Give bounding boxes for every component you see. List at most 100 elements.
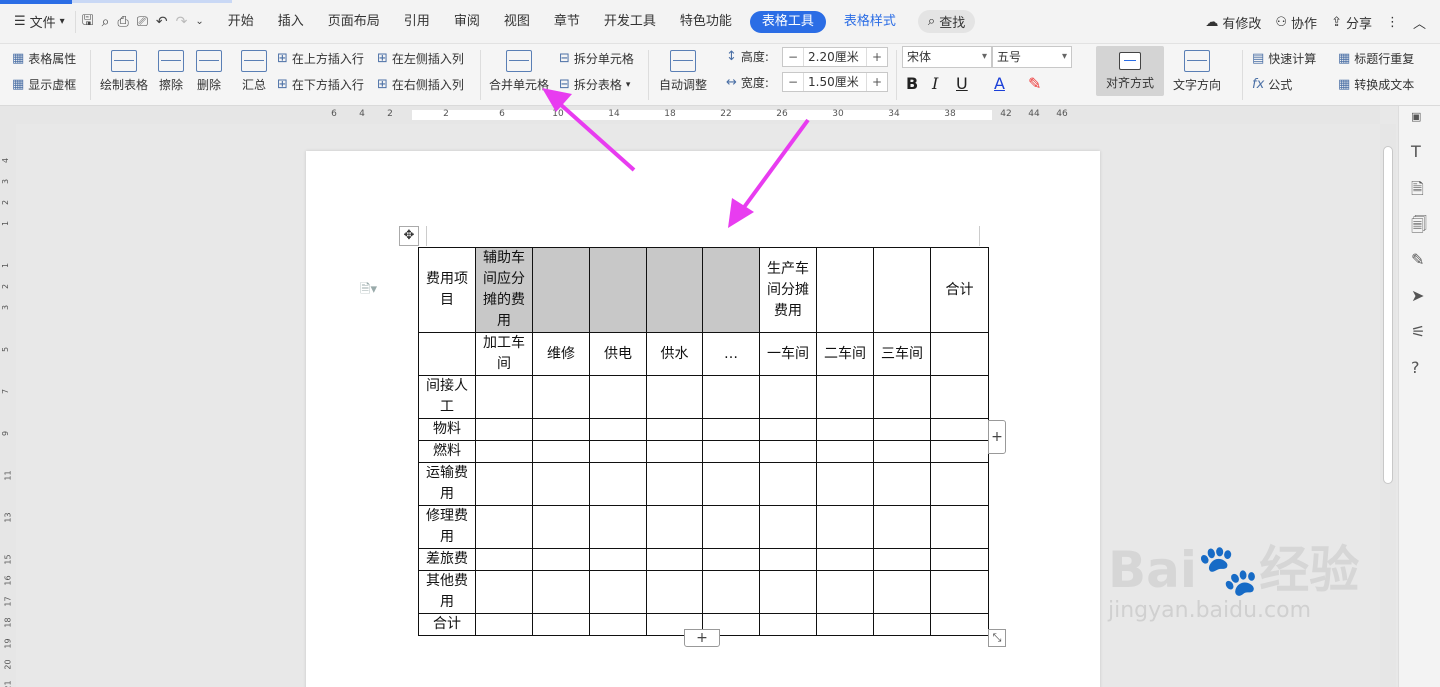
table-cell[interactable] — [646, 548, 703, 571]
table-cell[interactable]: 合计 — [930, 247, 989, 333]
table-cell[interactable] — [589, 548, 647, 571]
formula-button[interactable]: fx 公式 — [1252, 76, 1292, 93]
table-cell[interactable] — [816, 548, 874, 571]
scroll-thumb[interactable] — [1383, 146, 1393, 484]
collab-button[interactable]: ⚇ 协作 — [1275, 13, 1317, 32]
table-cell[interactable] — [702, 418, 760, 441]
table-cell[interactable] — [816, 418, 874, 441]
share-button[interactable]: ⇪ 分享 — [1331, 13, 1372, 32]
collapse-ribbon-icon[interactable]: ︿ — [1413, 13, 1426, 32]
table-cell[interactable]: 供水 — [646, 332, 703, 376]
table-cell[interactable] — [759, 462, 817, 506]
table-cell[interactable] — [873, 548, 931, 571]
table-cell[interactable] — [702, 548, 760, 571]
table-cell[interactable] — [532, 440, 590, 463]
table-cell[interactable]: 加工车间 — [475, 332, 533, 376]
table-cell[interactable] — [532, 570, 590, 614]
table-cell[interactable] — [816, 462, 874, 506]
width-stepper[interactable]: − 1.50厘米 + — [782, 72, 888, 92]
align-button[interactable]: 对齐方式 — [1096, 46, 1164, 96]
table-cell[interactable]: 供电 — [589, 332, 647, 376]
delete-button[interactable]: 删除 — [196, 50, 222, 93]
table-cell[interactable] — [930, 375, 989, 419]
table-cell[interactable] — [589, 247, 647, 333]
bold-button[interactable]: B — [906, 74, 918, 93]
table-cell[interactable] — [475, 548, 533, 571]
table-cell[interactable] — [702, 440, 760, 463]
table-cell[interactable] — [759, 505, 817, 549]
row-label[interactable]: 差旅费 — [418, 548, 476, 571]
table-cell[interactable] — [475, 613, 533, 636]
insert-col-left-button[interactable]: ⊞ 在左侧插入列 — [377, 50, 464, 67]
text-style-icon[interactable]: T — [1411, 142, 1421, 161]
text-direction-button[interactable]: 文字方向 — [1173, 50, 1221, 93]
table-cell[interactable] — [930, 505, 989, 549]
table-move-handle[interactable]: ✥ — [399, 226, 419, 246]
highlight-icon[interactable]: ✎ — [1028, 74, 1041, 93]
tab-home[interactable]: 开始 — [216, 0, 266, 44]
table-cell[interactable] — [589, 418, 647, 441]
table-properties-button[interactable]: ▦ 表格属性 — [12, 50, 76, 67]
split-cells-button[interactable]: ⊟ 拆分单元格 — [559, 50, 634, 67]
table-cell[interactable] — [532, 548, 590, 571]
table-cell[interactable] — [816, 570, 874, 614]
tab-review[interactable]: 审阅 — [442, 0, 492, 44]
italic-button[interactable]: I — [932, 74, 938, 93]
table-cell[interactable] — [930, 440, 989, 463]
table-cell[interactable]: 维修 — [532, 332, 590, 376]
draw-table-button[interactable]: 绘制表格 — [100, 50, 148, 93]
table-cell[interactable] — [873, 440, 931, 463]
erase-button[interactable]: 擦除 — [158, 50, 184, 93]
table-cell[interactable] — [532, 462, 590, 506]
document-icon[interactable]: 🗎 — [1411, 178, 1424, 205]
font-name-select[interactable]: 宋体 — [902, 46, 992, 68]
table-cell[interactable] — [589, 613, 647, 636]
table-cell[interactable] — [702, 247, 760, 333]
add-column-button[interactable]: + — [988, 420, 1006, 454]
row-label[interactable]: 其他费用 — [418, 570, 476, 614]
table-cell[interactable] — [532, 418, 590, 441]
table-cell[interactable]: 二车间 — [816, 332, 874, 376]
table-cell[interactable] — [759, 375, 817, 419]
search-button[interactable]: ⌕ 查找 — [917, 10, 976, 33]
table-cell[interactable]: 一车间 — [759, 332, 817, 376]
print-preview-icon[interactable]: ⎚ — [137, 14, 148, 30]
tab-view[interactable]: 视图 — [492, 0, 542, 44]
tab-references[interactable]: 引用 — [392, 0, 442, 44]
table-cell[interactable] — [816, 613, 874, 636]
table-cell[interactable] — [589, 505, 647, 549]
table-cell[interactable] — [646, 505, 703, 549]
decrease-width-button[interactable]: − — [783, 75, 803, 89]
cursor-icon[interactable]: ➤ — [1411, 286, 1424, 305]
table-cell[interactable] — [532, 375, 590, 419]
table-cell[interactable] — [930, 332, 989, 376]
table-cell[interactable] — [759, 570, 817, 614]
merge-cells-button[interactable]: 合并单元格 — [489, 50, 549, 93]
table-cell[interactable] — [532, 247, 590, 333]
table-cell[interactable] — [816, 440, 874, 463]
help-icon[interactable]: ? — [1411, 358, 1420, 377]
tab-table-tools[interactable]: 表格工具 — [749, 10, 826, 33]
table-cell[interactable] — [646, 247, 703, 333]
table-cell[interactable] — [930, 570, 989, 614]
auto-fit-button[interactable]: 自动调整 — [659, 50, 707, 93]
height-input[interactable]: 2.20厘米 — [803, 48, 867, 66]
table-cell[interactable] — [930, 462, 989, 506]
file-menu[interactable]: ☰ 文件 ▾ — [0, 8, 75, 36]
table-cell[interactable]: 费用项目 — [418, 247, 476, 333]
row-label[interactable]: 物料 — [418, 418, 476, 441]
row-label[interactable]: 间接人工 — [418, 375, 476, 419]
table-cell[interactable]: 三车间 — [873, 332, 931, 376]
table-cell[interactable] — [873, 505, 931, 549]
tab-table-style[interactable]: 表格样式 — [832, 0, 908, 44]
table-cell[interactable] — [816, 505, 874, 549]
table-cell[interactable] — [702, 570, 760, 614]
table-cell[interactable] — [475, 462, 533, 506]
insert-col-right-button[interactable]: ⊞ 在右侧插入列 — [377, 76, 464, 93]
row-label[interactable]: 合计 — [418, 613, 476, 636]
table-cell[interactable] — [475, 418, 533, 441]
table-cell[interactable] — [475, 440, 533, 463]
show-gridlines-button[interactable]: ▦ 显示虚框 — [12, 76, 76, 93]
table-cell[interactable]: 生产车间分摊费用 — [759, 247, 817, 333]
underline-button[interactable]: U — [956, 74, 968, 93]
